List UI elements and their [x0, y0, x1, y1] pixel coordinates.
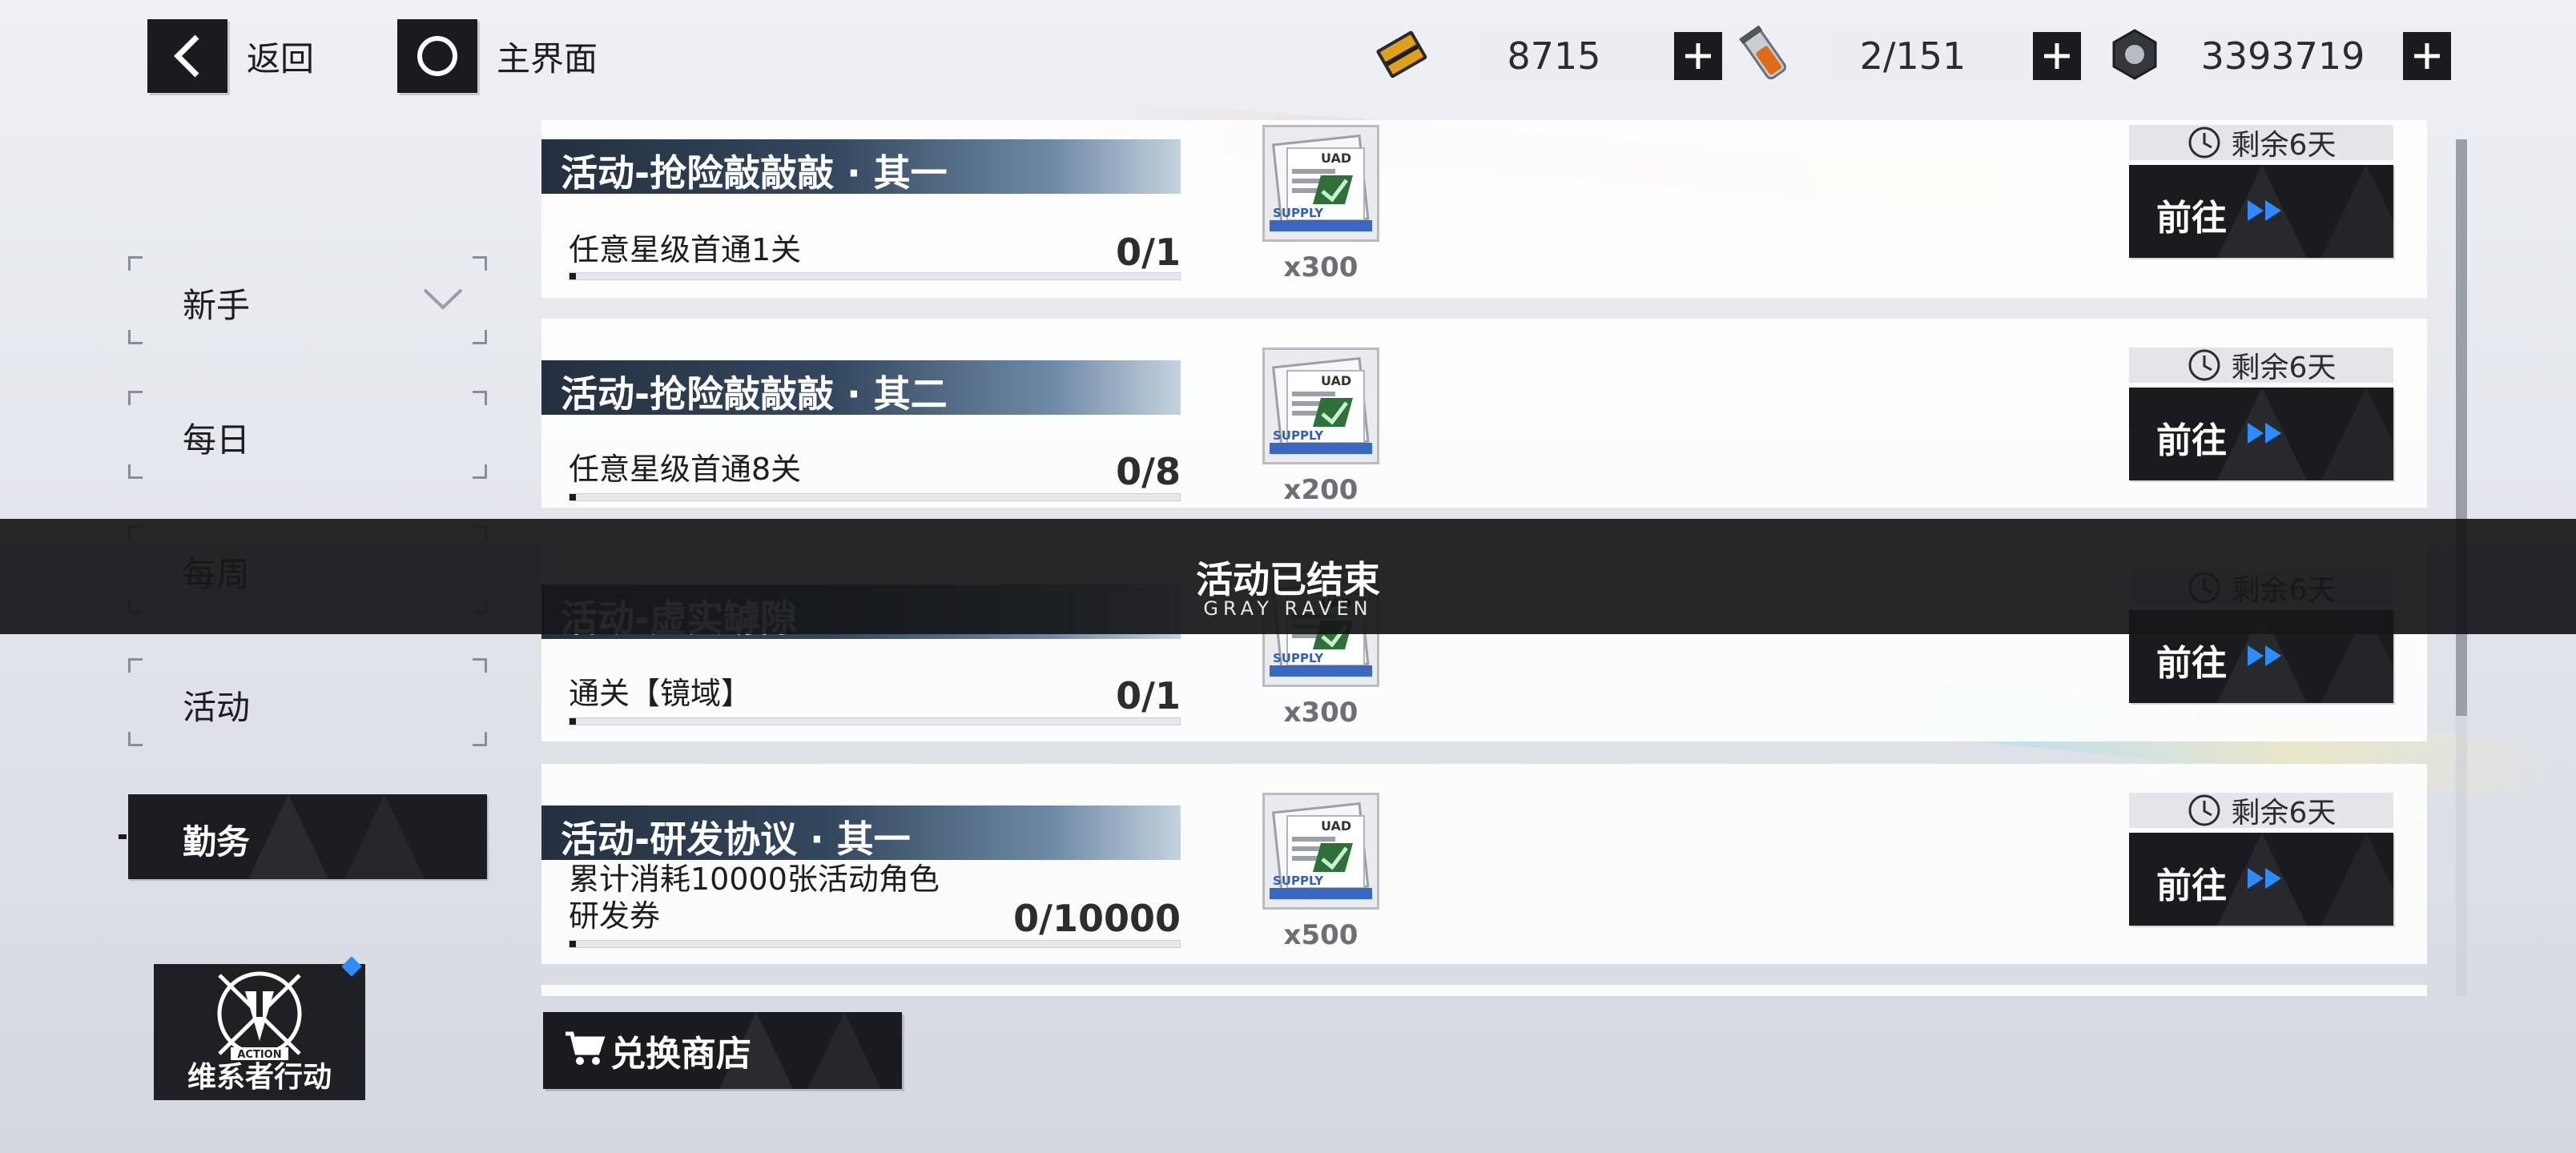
add-gold-card-button[interactable]	[1674, 32, 1722, 80]
home-label: 主界面	[497, 38, 598, 78]
task-progress-count: 0/1	[1116, 674, 1181, 717]
active-indicator	[119, 834, 127, 839]
clock-icon	[2188, 349, 2220, 381]
sidebar-item-label: 勤务	[183, 822, 251, 862]
go-button[interactable]: 前往	[2129, 165, 2393, 258]
action-emblem-icon: ACTION	[217, 971, 302, 1061]
task-title: 活动-抢险敲敲敲 · 其二	[561, 372, 948, 416]
resource-value: 2/151	[1793, 32, 2033, 80]
exchange-shop-button[interactable]: 兑换商店	[543, 1012, 902, 1089]
event-ended-subtitle: GRAY RAVEN	[1203, 597, 1373, 620]
reward-quantity: x300	[1283, 697, 1358, 729]
time-remaining: 剩余6天	[2129, 348, 2393, 384]
sidebar-item-label: 活动	[183, 688, 251, 727]
task-description: 研发券	[569, 898, 661, 934]
resource-value: 3393719	[2163, 32, 2403, 80]
plus-icon	[1685, 43, 1711, 69]
go-label: 前往	[2156, 643, 2227, 684]
sidebar-item-label: 新手	[183, 286, 251, 325]
double-arrow-right-icon	[2248, 423, 2281, 444]
energy-vial-icon	[1737, 24, 1793, 88]
task-title-band: 活动-研发协议 · 其一	[541, 805, 1181, 861]
nut-currency-icon	[2107, 26, 2163, 86]
svg-text:UAD: UAD	[1321, 818, 1351, 834]
task-progress-bar	[569, 272, 1181, 280]
gold-card-icon	[1370, 24, 1434, 88]
sidebar-item-label: 每日	[183, 420, 251, 460]
chevron-down-icon	[423, 288, 463, 310]
svg-text:SUPPLY: SUPPLY	[1273, 428, 1324, 443]
task-progress-count: 0/1	[1116, 231, 1181, 274]
resource-gold-card: 8715	[1370, 24, 1722, 88]
sidebar-item-duty[interactable]: 勤务	[128, 794, 487, 879]
exchange-shop-label: 兑换商店	[610, 1034, 751, 1075]
clock-icon	[2188, 127, 2220, 159]
logo-text: 维系者行动	[187, 1061, 332, 1094]
supply-pack-icon[interactable]: UAD SUPPLY	[1262, 793, 1379, 910]
resource-value: 8715	[1434, 32, 1674, 80]
go-button[interactable]: 前往	[2129, 833, 2393, 926]
task-description: 通关【镜域】	[569, 676, 752, 711]
go-label: 前往	[2156, 198, 2227, 239]
cart-icon	[564, 1030, 606, 1071]
add-nut-button[interactable]	[2403, 32, 2451, 80]
task-card	[541, 985, 2427, 996]
time-remaining-label: 剩余6天	[2231, 797, 2337, 830]
svg-text:UAD: UAD	[1321, 151, 1351, 166]
go-button[interactable]: 前往	[2129, 388, 2393, 480]
svg-text:SUPPLY: SUPPLY	[1273, 651, 1324, 665]
maintainer-action-logo[interactable]: ACTION 维系者行动	[154, 964, 365, 1100]
task-progress-count: 0/10000	[1013, 897, 1181, 940]
add-energy-button[interactable]	[2033, 32, 2081, 80]
reward-quantity: x200	[1283, 474, 1358, 506]
back-button[interactable]: 返回	[147, 19, 314, 93]
circle-home-icon	[397, 19, 477, 93]
supply-pack-icon[interactable]: UAD SUPPLY	[1262, 348, 1379, 464]
clock-icon	[2188, 794, 2220, 826]
double-arrow-right-icon	[2248, 200, 2281, 221]
task-progress-bar	[569, 493, 1181, 501]
plus-icon	[2044, 43, 2070, 69]
reward-quantity: x300	[1283, 251, 1358, 283]
task-description: 任意星级首通8关	[569, 452, 802, 487]
task-title: 活动-抢险敲敲敲 · 其一	[561, 151, 948, 195]
time-remaining: 剩余6天	[2129, 125, 2393, 162]
sidebar-item-beginner[interactable]: 新手	[128, 256, 487, 344]
time-remaining-label: 剩余6天	[2231, 129, 2337, 162]
resource-nut-currency: 3393719	[2107, 24, 2451, 88]
task-progress-bar	[569, 940, 1181, 948]
task-description: 累计消耗10000张活动角色	[569, 862, 940, 897]
task-title-band: 活动-抢险敲敲敲 · 其二	[541, 360, 1181, 416]
event-ended-banner: 活动已结束 GRAY RAVEN	[0, 519, 2576, 634]
svg-text:UAD: UAD	[1321, 373, 1351, 388]
chevron-left-icon	[147, 19, 227, 93]
svg-text:SUPPLY: SUPPLY	[1273, 874, 1324, 888]
sidebar-item-event[interactable]: 活动	[128, 658, 487, 746]
task-progress-count: 0/8	[1116, 450, 1181, 493]
task-title: 活动-研发协议 · 其一	[561, 818, 911, 861]
time-remaining: 剩余6天	[2129, 793, 2393, 830]
double-arrow-right-icon	[2248, 645, 2281, 666]
task-title-band: 活动-抢险敲敲敲 · 其一	[541, 139, 1181, 195]
double-arrow-right-icon	[2248, 868, 2281, 889]
task-progress-bar	[569, 717, 1181, 725]
svg-text:SUPPLY: SUPPLY	[1273, 206, 1324, 220]
back-label: 返回	[247, 38, 315, 78]
event-ended-title: 活动已结束	[1196, 558, 1380, 601]
plus-icon	[2414, 43, 2440, 69]
resource-energy-vial: 2/151	[1737, 24, 2081, 88]
home-button[interactable]: 主界面	[397, 19, 598, 93]
go-label: 前往	[2156, 866, 2227, 906]
go-label: 前往	[2156, 420, 2227, 461]
supply-pack-icon[interactable]: UAD SUPPLY	[1262, 125, 1379, 242]
reward-quantity: x500	[1283, 919, 1358, 951]
time-remaining-label: 剩余6天	[2231, 352, 2337, 384]
sidebar-item-daily[interactable]: 每日	[128, 391, 487, 479]
task-description: 任意星级首通1关	[569, 232, 802, 267]
